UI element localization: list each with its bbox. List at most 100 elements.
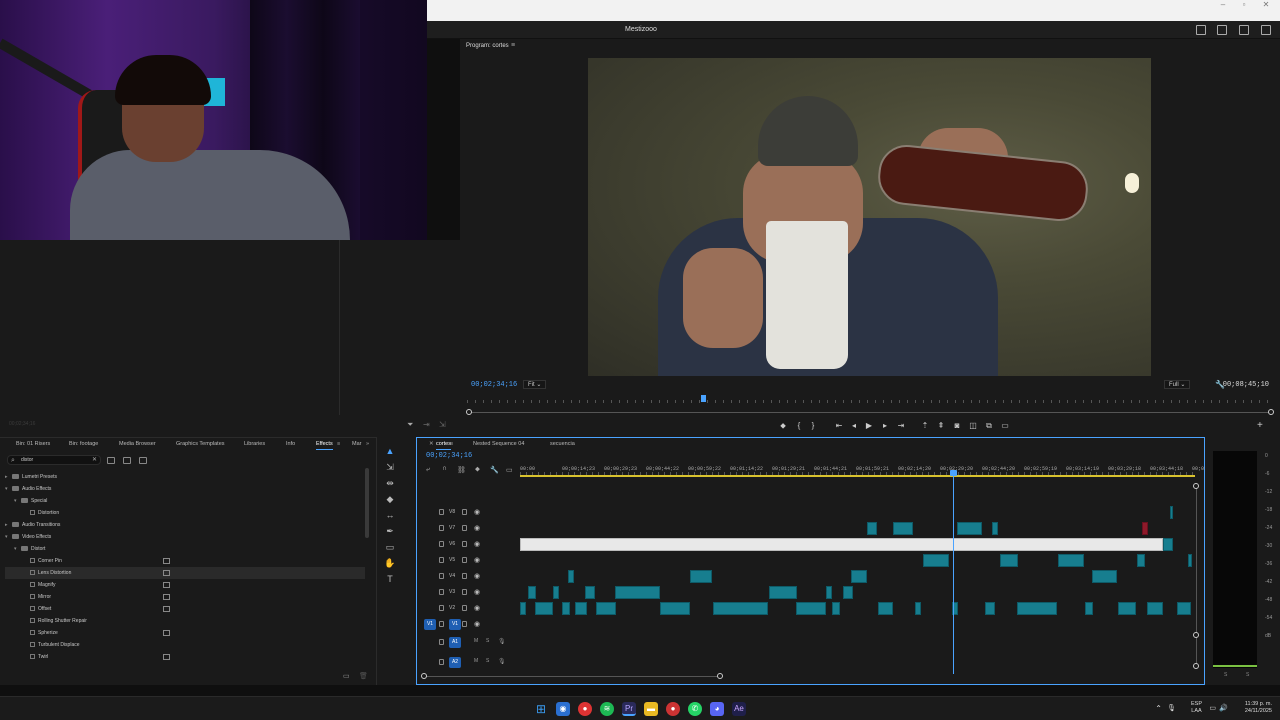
tab-secuencia[interactable]: secuencia (550, 441, 575, 447)
chrome-icon[interactable]: ● (578, 702, 592, 716)
step-back-icon[interactable]: ◂ (849, 421, 859, 431)
audio-track-target[interactable]: A1 (449, 637, 461, 648)
share-icon[interactable] (1217, 25, 1227, 35)
timeline-vertical-scrollbar[interactable] (1193, 483, 1199, 669)
step-forward-icon[interactable]: ▸ (880, 421, 890, 431)
comparison-view-icon[interactable]: ◫ (968, 421, 978, 431)
snap-icon[interactable]: ∩ (442, 465, 447, 472)
effect-item[interactable]: Rolling Shutter Repair (5, 615, 365, 627)
lock-icon[interactable] (439, 509, 444, 515)
mute-button[interactable]: M (474, 638, 478, 644)
accelerated-filter-icon[interactable] (107, 457, 115, 464)
go-to-in-icon[interactable]: ⇤ (834, 421, 844, 431)
tab-media-browser[interactable]: Media Browser (119, 441, 156, 447)
timeline-clip[interactable] (1000, 554, 1018, 567)
timeline-clip[interactable] (915, 602, 921, 615)
timeline-clip[interactable] (1092, 570, 1117, 583)
program-playhead[interactable] (701, 395, 706, 402)
filter-icon[interactable]: ⏷ (407, 420, 413, 430)
solo-right[interactable]: S (1246, 672, 1249, 678)
sync-lock-icon[interactable] (462, 589, 467, 595)
timeline-clip[interactable] (769, 586, 797, 599)
timeline-clip[interactable] (957, 522, 982, 535)
timeline-clip[interactable] (1170, 506, 1173, 519)
effect-item[interactable]: Offset (5, 603, 365, 615)
lift-icon[interactable]: ⇡ (920, 421, 930, 431)
timeline-clip[interactable] (851, 570, 867, 583)
timeline-clip[interactable] (596, 602, 616, 615)
eye-icon[interactable]: ◉ (474, 572, 480, 580)
eye-icon[interactable]: ◉ (474, 604, 480, 612)
timeline-clip[interactable] (1058, 554, 1084, 567)
copilot-icon[interactable]: ◉ (556, 702, 570, 716)
solo-button[interactable]: S (486, 638, 489, 644)
timeline-clip[interactable] (535, 602, 553, 615)
file-explorer-icon[interactable]: ▬ (644, 702, 658, 716)
proxy-icon[interactable]: ⧉ (984, 421, 994, 431)
timeline-clip[interactable] (1147, 602, 1163, 615)
vscroll-handle-mid[interactable] (1193, 632, 1199, 638)
tab-markers[interactable]: Mar (352, 441, 361, 447)
add-marker-icon[interactable]: ⬥ (778, 421, 788, 431)
timeline-clip[interactable] (713, 602, 768, 615)
hscroll-handle-left[interactable] (421, 673, 427, 679)
timeline-clip[interactable] (985, 602, 995, 615)
panel-menu-icon[interactable]: ≡ (337, 441, 340, 447)
lock-icon[interactable] (439, 525, 444, 531)
tab-sequence-cortes[interactable]: cortes (436, 441, 451, 450)
zoom-handle-right[interactable] (1268, 409, 1274, 415)
timeline-clip[interactable] (585, 586, 595, 599)
chevron-down-icon[interactable]: ▾ (5, 531, 12, 543)
timeline-clip[interactable] (832, 602, 840, 615)
panel-layout-icon[interactable] (1196, 25, 1206, 35)
yuv-filter-icon[interactable] (139, 457, 147, 464)
lock-icon[interactable] (439, 659, 444, 665)
source-patch-v1[interactable]: V1 (424, 619, 436, 630)
insert-icon[interactable]: ⇥ (423, 420, 430, 429)
fullscreen-icon[interactable] (1261, 25, 1271, 35)
eye-icon[interactable]: ◉ (474, 524, 480, 532)
selection-tool-icon[interactable]: ▲ (384, 445, 396, 457)
effect-item[interactable]: Lens Distortion (5, 567, 365, 579)
audio-track-target[interactable]: A2 (449, 657, 461, 668)
tab-info[interactable]: Info (286, 441, 295, 447)
sync-lock-icon[interactable] (462, 509, 467, 515)
vscroll-handle-bottom[interactable] (1193, 663, 1199, 669)
timeline-clip[interactable] (562, 602, 570, 615)
ripple-edit-tool-icon[interactable]: ⇹ (384, 477, 396, 489)
pen-tool-icon[interactable]: ✒ (384, 525, 396, 537)
fit-dropdown[interactable]: Fit ⌄ (523, 380, 547, 389)
timeline-clip[interactable] (992, 522, 998, 535)
program-timecode[interactable]: 00;02;34;16 (471, 381, 517, 389)
quality-dropdown[interactable]: Full ⌄ (1164, 380, 1191, 389)
lock-icon[interactable] (439, 541, 444, 547)
lock-icon[interactable] (439, 639, 444, 645)
eye-icon[interactable]: ◉ (474, 540, 480, 548)
rectangle-tool-icon[interactable]: ▭ (384, 541, 396, 553)
eye-icon[interactable]: ◉ (474, 620, 480, 628)
32bit-filter-icon[interactable] (123, 457, 131, 464)
hand-tool-icon[interactable]: ✋ (384, 557, 396, 569)
timeline-clip[interactable] (553, 586, 559, 599)
minimize-button[interactable]: – (1212, 0, 1234, 10)
effect-item[interactable]: Corner Pin (5, 555, 365, 567)
timeline-clip[interactable] (575, 602, 587, 615)
timeline-clip[interactable] (615, 586, 660, 599)
voiceover-icon[interactable]: 🎙 (498, 658, 506, 665)
timeline-clip[interactable] (660, 602, 690, 615)
panel-menu-icon[interactable]: ≡ (450, 441, 453, 447)
eye-icon[interactable]: ◉ (474, 588, 480, 596)
sync-lock-icon[interactable] (462, 605, 467, 611)
clear-icon[interactable]: ✕ (92, 456, 97, 465)
effect-item[interactable]: Magnify (5, 579, 365, 591)
chevron-down-icon[interactable]: ▾ (5, 483, 12, 495)
spotify-icon[interactable]: ≋ (600, 702, 614, 716)
timeline-clip[interactable] (893, 522, 913, 535)
program-zoom-scrollbar[interactable] (466, 409, 1274, 415)
timeline-clip[interactable] (1118, 602, 1136, 615)
timeline-clip[interactable] (520, 538, 1163, 551)
panel-menu-icon[interactable]: ≡ (511, 42, 515, 49)
lock-icon[interactable] (439, 573, 444, 579)
chevron-down-icon[interactable]: ▾ (14, 543, 21, 555)
volume-icon[interactable]: 🔊 (1219, 704, 1228, 712)
